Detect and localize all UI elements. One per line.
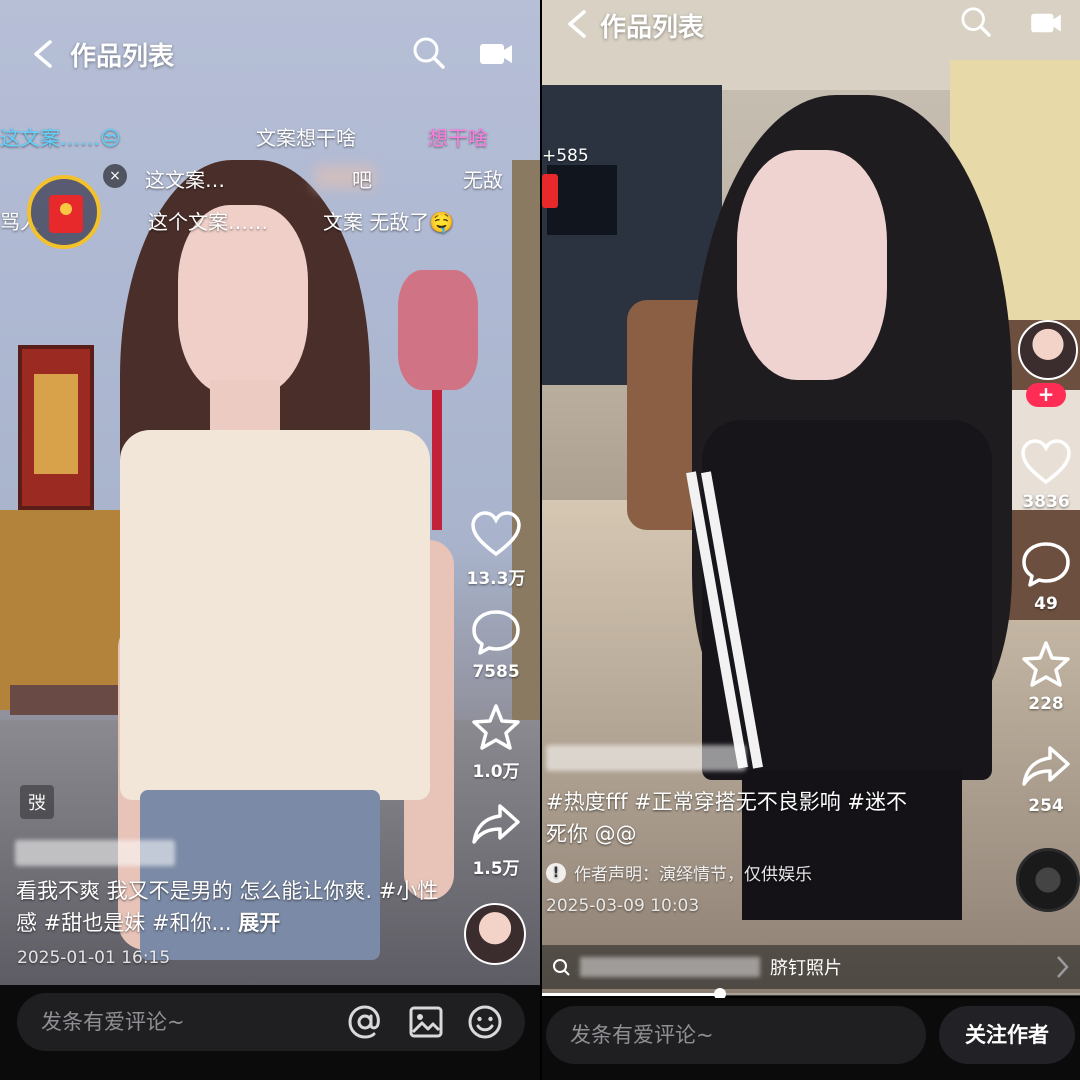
comment-button[interactable]: 7585 xyxy=(466,608,526,682)
back-icon xyxy=(568,10,586,38)
back-button[interactable] xyxy=(564,8,592,40)
image-icon xyxy=(409,1006,443,1038)
comment-input[interactable] xyxy=(41,1010,341,1034)
danmaku-comment: 吧 xyxy=(352,168,372,192)
comment-icon xyxy=(472,610,520,655)
danmaku-comment: 这文案……😒 xyxy=(0,126,121,150)
comment-button[interactable]: 49 xyxy=(1016,540,1076,614)
at-icon xyxy=(348,1005,380,1039)
author-name-redacted xyxy=(15,840,175,866)
share-button[interactable]: 1.5万 xyxy=(466,800,526,879)
share-icon xyxy=(472,804,520,844)
page-title: 作品列表 xyxy=(70,42,175,72)
mention-button[interactable] xyxy=(347,1004,383,1040)
search-icon xyxy=(961,7,991,37)
header: 作品列表 xyxy=(0,0,540,95)
chevron-right-icon xyxy=(1057,956,1069,978)
danmaku-comment: 这个文案…… xyxy=(148,210,268,234)
follow-plus-button[interactable]: + xyxy=(1026,383,1066,407)
pixelated-face xyxy=(737,150,887,380)
wall-poster xyxy=(18,345,94,510)
progress-fill xyxy=(542,993,720,996)
video-caption[interactable]: 看我不爽 我又不是男的 怎么能让你爽. #小性感 #甜也是妹 #和你... 展开 xyxy=(16,875,456,939)
danmaku-comment: 这文案… xyxy=(145,168,225,192)
video-camera-icon xyxy=(480,44,512,64)
rug xyxy=(10,685,130,715)
like-count: 13.3万 xyxy=(466,569,526,589)
emoji-icon xyxy=(468,1005,502,1039)
comment-icon xyxy=(1022,542,1070,587)
back-icon xyxy=(34,40,52,68)
favorite-count: 228 xyxy=(1028,694,1064,714)
related-search-text: 脐钉照片 xyxy=(770,958,842,979)
music-disc[interactable] xyxy=(1016,848,1080,912)
emoji-button[interactable] xyxy=(467,1004,503,1040)
red-packet-button[interactable] xyxy=(27,175,101,249)
header: 作品列表 xyxy=(542,0,1080,95)
share-count: 1.5万 xyxy=(472,859,520,879)
expand-link[interactable]: 展开 xyxy=(238,911,280,935)
search-button[interactable] xyxy=(960,6,992,38)
star-icon xyxy=(472,704,520,750)
video-progress-bar[interactable] xyxy=(542,988,1080,1000)
avatar[interactable] xyxy=(1018,320,1078,380)
like-button[interactable]: 13.3万 xyxy=(466,510,526,589)
info-icon: ! xyxy=(546,862,566,883)
danmaku-comment: 想干啥 xyxy=(428,126,488,150)
share-button[interactable]: 254 xyxy=(1016,742,1076,816)
related-search-bar[interactable]: 脐钉照片 xyxy=(542,945,1080,989)
author-tag: 弢 xyxy=(20,785,54,819)
danmaku-comment: 无敌 xyxy=(463,168,503,192)
comment-box[interactable] xyxy=(546,1006,926,1064)
post-time: 2025-03-09 10:03 xyxy=(546,896,700,916)
search-icon xyxy=(413,37,445,69)
post-time: 2025-01-01 16:15 xyxy=(17,948,171,968)
bottom-bar xyxy=(0,985,540,1080)
heart-icon xyxy=(471,511,521,557)
page-title: 作品列表 xyxy=(600,13,705,43)
heart-icon xyxy=(1021,439,1071,485)
video-caption[interactable]: #热度fff #正常穿搭无不良影响 #迷不死你 @@ xyxy=(546,786,926,850)
video-camera-icon xyxy=(1031,13,1061,33)
related-redacted xyxy=(580,957,760,977)
favorite-button[interactable]: 228 xyxy=(1016,640,1076,714)
lantern-tassel xyxy=(432,390,442,530)
cabinet xyxy=(0,510,120,710)
danmaku-close-button[interactable]: × xyxy=(103,164,127,188)
red-packet-icon[interactable] xyxy=(542,174,558,208)
search-button[interactable] xyxy=(412,36,446,70)
caption-text: 看我不爽 我又不是男的 怎么能让你爽. #小性感 #甜也是妹 #和你... xyxy=(16,879,439,935)
bottom-bar: 关注作者 xyxy=(542,998,1080,1080)
person-top xyxy=(120,430,430,800)
favorite-count: 1.0万 xyxy=(472,762,520,782)
back-button[interactable] xyxy=(30,38,58,70)
disclaimer-text: 作者声明：演绎情节，仅供娱乐 xyxy=(574,865,812,885)
hanging-lantern xyxy=(398,270,478,390)
like-button[interactable]: 3836 xyxy=(1016,438,1076,512)
share-icon xyxy=(1022,746,1070,786)
danmaku-comment: 文案 无敌了🤤 xyxy=(323,210,455,234)
follow-author-button[interactable]: 关注作者 xyxy=(939,1006,1075,1064)
danmaku-comment: 文案想干啥 xyxy=(256,126,356,150)
comment-input[interactable] xyxy=(570,1023,870,1047)
video-camera-button[interactable] xyxy=(1028,10,1064,36)
comment-count: 7585 xyxy=(472,662,520,682)
video-camera-button[interactable] xyxy=(478,40,514,68)
star-icon xyxy=(1022,641,1070,687)
comment-count: 49 xyxy=(1034,594,1058,614)
share-count: 254 xyxy=(1028,796,1064,816)
avatar[interactable] xyxy=(464,903,526,965)
favorite-button[interactable]: 1.0万 xyxy=(466,703,526,782)
author-name-redacted xyxy=(546,745,746,771)
side-counter: +585 xyxy=(542,146,589,166)
right-video-panel: +585 作品列表 + 3836 49 228 254 #热度fff #正常穿搭… xyxy=(542,0,1080,1080)
image-button[interactable] xyxy=(408,1004,444,1040)
search-mini-icon xyxy=(553,959,570,976)
like-count: 3836 xyxy=(1022,492,1070,512)
author-disclaimer: ! 作者声明：演绎情节，仅供娱乐 xyxy=(546,860,812,885)
comment-box[interactable] xyxy=(17,993,525,1051)
left-video-panel: 作品列表 这文案……😒 文案想干啥 想干啥 × 这文案… 吧 无敌 这个文案……… xyxy=(0,0,540,1080)
red-packet-icon xyxy=(49,195,83,233)
